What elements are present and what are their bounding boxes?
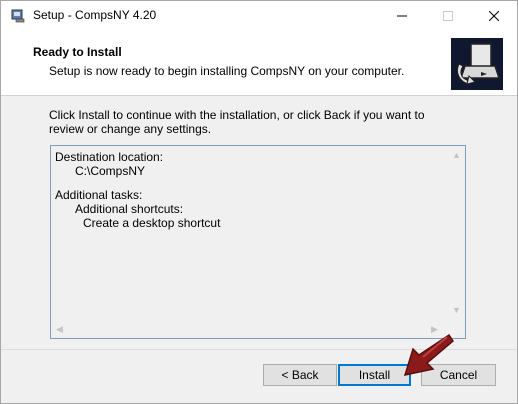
maximize-icon: [443, 11, 453, 21]
ready-instructions: Click Install to continue with the insta…: [49, 108, 425, 136]
page-subtitle: Setup is now ready to begin installing C…: [49, 64, 405, 78]
ready-memo-textbox[interactable]: Destination location: C:\CompsNY Additio…: [50, 145, 466, 339]
memo-line: Create a desktop shortcut: [83, 216, 221, 230]
vertical-scrollbar[interactable]: ▲ ▼: [448, 146, 465, 321]
maximize-button[interactable]: [425, 1, 471, 31]
wizard-header: Ready to Install Setup is now ready to b…: [1, 31, 517, 96]
back-button[interactable]: < Back: [263, 364, 337, 386]
scroll-left-icon[interactable]: ◀: [56, 325, 63, 334]
close-icon: [489, 11, 499, 21]
memo-line: Destination location:: [55, 150, 164, 164]
window-title: Setup - CompsNY 4.20: [33, 8, 157, 22]
close-button[interactable]: [471, 1, 517, 31]
computer-install-icon: [451, 38, 503, 90]
installer-app-icon: [11, 9, 25, 23]
scroll-up-icon[interactable]: ▲: [452, 151, 461, 160]
minimize-icon: [397, 15, 407, 17]
scroll-down-icon[interactable]: ▼: [452, 306, 461, 315]
minimize-button[interactable]: [379, 1, 425, 31]
memo-line: C:\CompsNY: [75, 164, 146, 178]
wizard-small-image: [451, 38, 503, 90]
title-bar[interactable]: Setup - CompsNY 4.20: [1, 1, 517, 31]
memo-line: Additional shortcuts:: [75, 202, 184, 216]
setup-window: Setup - CompsNY 4.20 Ready to Install Se…: [0, 0, 518, 404]
memo-line: Additional tasks:: [55, 188, 143, 202]
horizontal-scrollbar[interactable]: ◀ ▶: [51, 321, 448, 338]
pointer-arrow-icon: [403, 333, 454, 377]
page-title: Ready to Install: [33, 45, 122, 59]
